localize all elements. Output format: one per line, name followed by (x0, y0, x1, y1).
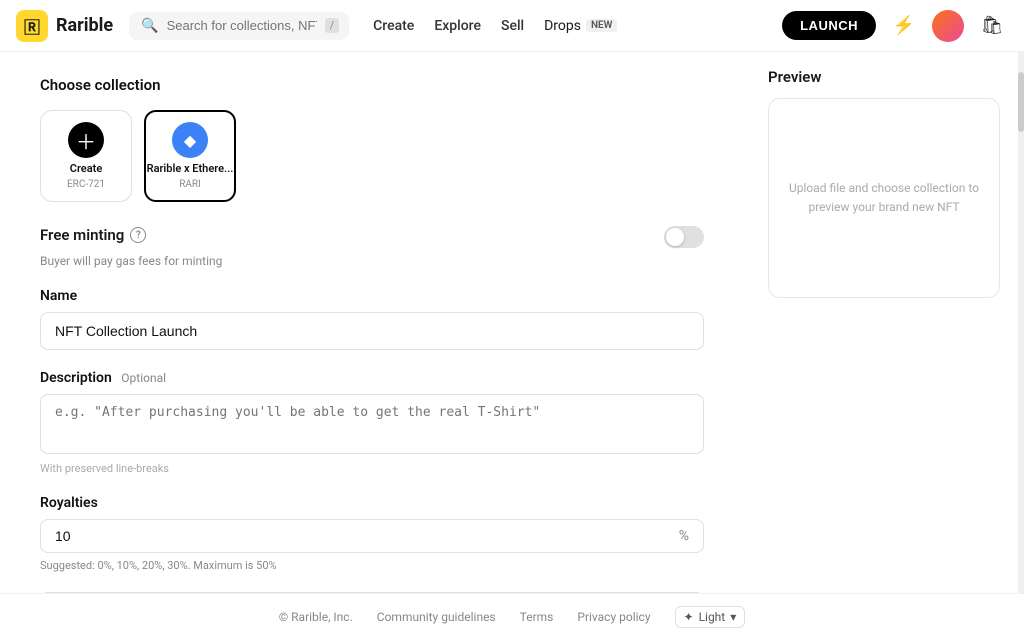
launch-button[interactable]: LAUNCH (782, 11, 876, 40)
choose-collection-title: Choose collection (40, 76, 704, 94)
theme-label: Light (699, 610, 726, 624)
nav-sell[interactable]: Sell (501, 18, 524, 34)
toggle-thumb (666, 228, 684, 246)
right-panel: Preview Upload file and choose collectio… (744, 52, 1024, 640)
free-minting-label: Free minting ? (40, 226, 146, 244)
create-collection-card[interactable]: ＋ Create ERC-721 (40, 110, 132, 202)
nav-drops[interactable]: Drops NEW (544, 18, 617, 34)
logo-icon: 🅁 (16, 10, 48, 42)
rarible-collection-card[interactable]: ◆ Rarible x Ethere... RARI (144, 110, 236, 202)
nav-explore[interactable]: Explore (434, 18, 481, 34)
scrollbar-thumb[interactable] (1018, 72, 1024, 132)
theme-chevron-icon: ▾ (730, 610, 736, 624)
logo-text: Rarible (56, 15, 113, 36)
scrollbar[interactable] (1018, 52, 1024, 640)
bag-icon[interactable]: 🛍 (976, 10, 1008, 42)
rarible-card-icon: ◆ (172, 122, 208, 158)
name-label: Name (40, 288, 704, 304)
royalties-label: Royalties (40, 495, 704, 511)
rarible-card-sub: RARI (179, 179, 201, 190)
royalties-row: % (40, 519, 704, 553)
free-minting-text: Free minting (40, 226, 124, 244)
free-minting-row: Free minting ? (40, 226, 704, 248)
lightning-icon[interactable]: ⚡ (888, 10, 920, 42)
description-optional-label: Optional (121, 371, 166, 385)
create-card-icon: ＋ (68, 122, 104, 158)
royalties-percent: % (679, 528, 689, 544)
theme-icon: ✦ (684, 610, 694, 624)
footer-terms-link[interactable]: Terms (520, 610, 554, 624)
preserved-line-breaks-text: With preserved line-breaks (40, 462, 704, 475)
footer-copyright: © Rarible, Inc. (279, 610, 353, 624)
footer-community-link[interactable]: Community guidelines (377, 610, 496, 624)
search-input[interactable] (167, 18, 317, 33)
logo[interactable]: 🅁 Rarible (16, 10, 113, 42)
header: 🅁 Rarible 🔍 / Create Explore Sell Drops … (0, 0, 1024, 52)
preview-box: Upload file and choose collection to pre… (768, 98, 1000, 298)
theme-button[interactable]: ✦ Light ▾ (675, 606, 746, 628)
drops-badge: NEW (586, 19, 618, 32)
main-content: Choose collection ＋ Create ERC-721 ◆ Rar… (0, 52, 1024, 640)
collection-row: ＋ Create ERC-721 ◆ Rarible x Ethere... R… (40, 110, 704, 202)
preview-title: Preview (768, 68, 1000, 86)
avatar[interactable] (932, 10, 964, 42)
royalties-input[interactable] (55, 528, 679, 544)
nav-drops-label: Drops (544, 18, 581, 34)
free-minting-help-icon[interactable]: ? (130, 227, 146, 243)
description-label: Description Optional (40, 370, 704, 386)
search-bar[interactable]: 🔍 / (129, 12, 349, 40)
create-card-label: Create (70, 162, 103, 175)
header-right: LAUNCH ⚡ 🛍 (782, 10, 1008, 42)
search-slash-icon: / (325, 18, 340, 33)
description-input[interactable] (40, 394, 704, 454)
nav: Create Explore Sell Drops NEW (373, 18, 766, 34)
footer: © Rarible, Inc. Community guidelines Ter… (0, 593, 1024, 640)
footer-privacy-link[interactable]: Privacy policy (577, 610, 650, 624)
search-icon: 🔍 (141, 18, 158, 34)
create-card-sub: ERC-721 (67, 179, 105, 190)
name-input[interactable] (40, 312, 704, 350)
rarible-card-label: Rarible x Ethere... (147, 162, 234, 175)
preview-placeholder-text: Upload file and choose collection to pre… (785, 179, 983, 217)
nav-create[interactable]: Create (373, 18, 414, 34)
free-minting-sub: Buyer will pay gas fees for minting (40, 254, 704, 268)
left-panel: Choose collection ＋ Create ERC-721 ◆ Rar… (0, 52, 744, 640)
royalties-hint: Suggested: 0%, 10%, 20%, 30%. Maximum is… (40, 559, 704, 572)
free-minting-toggle[interactable] (664, 226, 704, 248)
